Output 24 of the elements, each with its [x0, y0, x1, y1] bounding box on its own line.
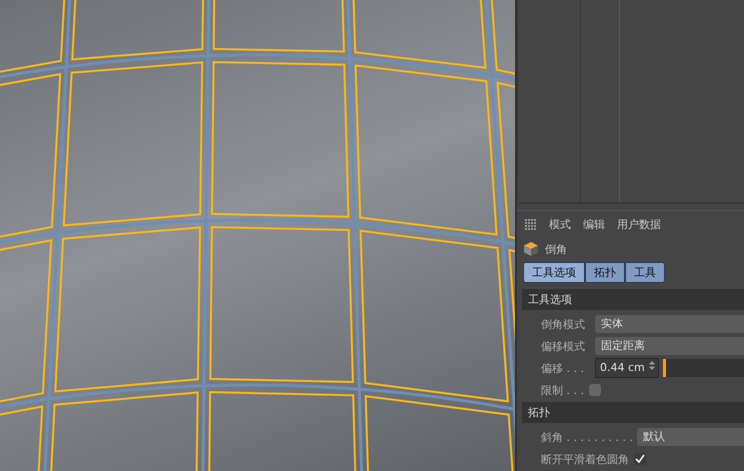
- dropdown[interactable]: 默认: [637, 428, 744, 446]
- field-label: 斜角 . . . . . . . . . .: [541, 430, 633, 444]
- checkbox[interactable]: [633, 452, 647, 466]
- menu-item[interactable]: 用户数据: [617, 217, 661, 232]
- menu-item[interactable]: 模式: [549, 217, 571, 232]
- grid-icon[interactable]: [525, 218, 537, 230]
- section-header: 工具选项: [522, 289, 744, 310]
- field-label: 偏移 . . .: [541, 360, 585, 376]
- field-label: 断开平滑着色圆角: [541, 452, 629, 466]
- cube-icon: [523, 241, 539, 257]
- menu-item[interactable]: 编辑: [583, 217, 605, 232]
- tab[interactable]: 工具: [625, 262, 665, 283]
- section-header: 拓扑: [522, 402, 744, 423]
- tool-title: 倒角: [545, 242, 567, 256]
- dropdown[interactable]: 固定距离: [595, 337, 744, 355]
- slider-track[interactable]: [663, 359, 744, 377]
- tab[interactable]: 工具选项: [523, 262, 585, 283]
- number-field[interactable]: 0.44 cm: [595, 358, 659, 378]
- checkbox[interactable]: [588, 383, 602, 397]
- field-label: 倒角模式: [541, 316, 586, 332]
- tab[interactable]: 拓扑: [585, 262, 625, 283]
- field-label: 限制 . . .: [541, 382, 584, 398]
- field-label: 偏移模式: [541, 338, 586, 354]
- dropdown[interactable]: 实体: [595, 315, 744, 333]
